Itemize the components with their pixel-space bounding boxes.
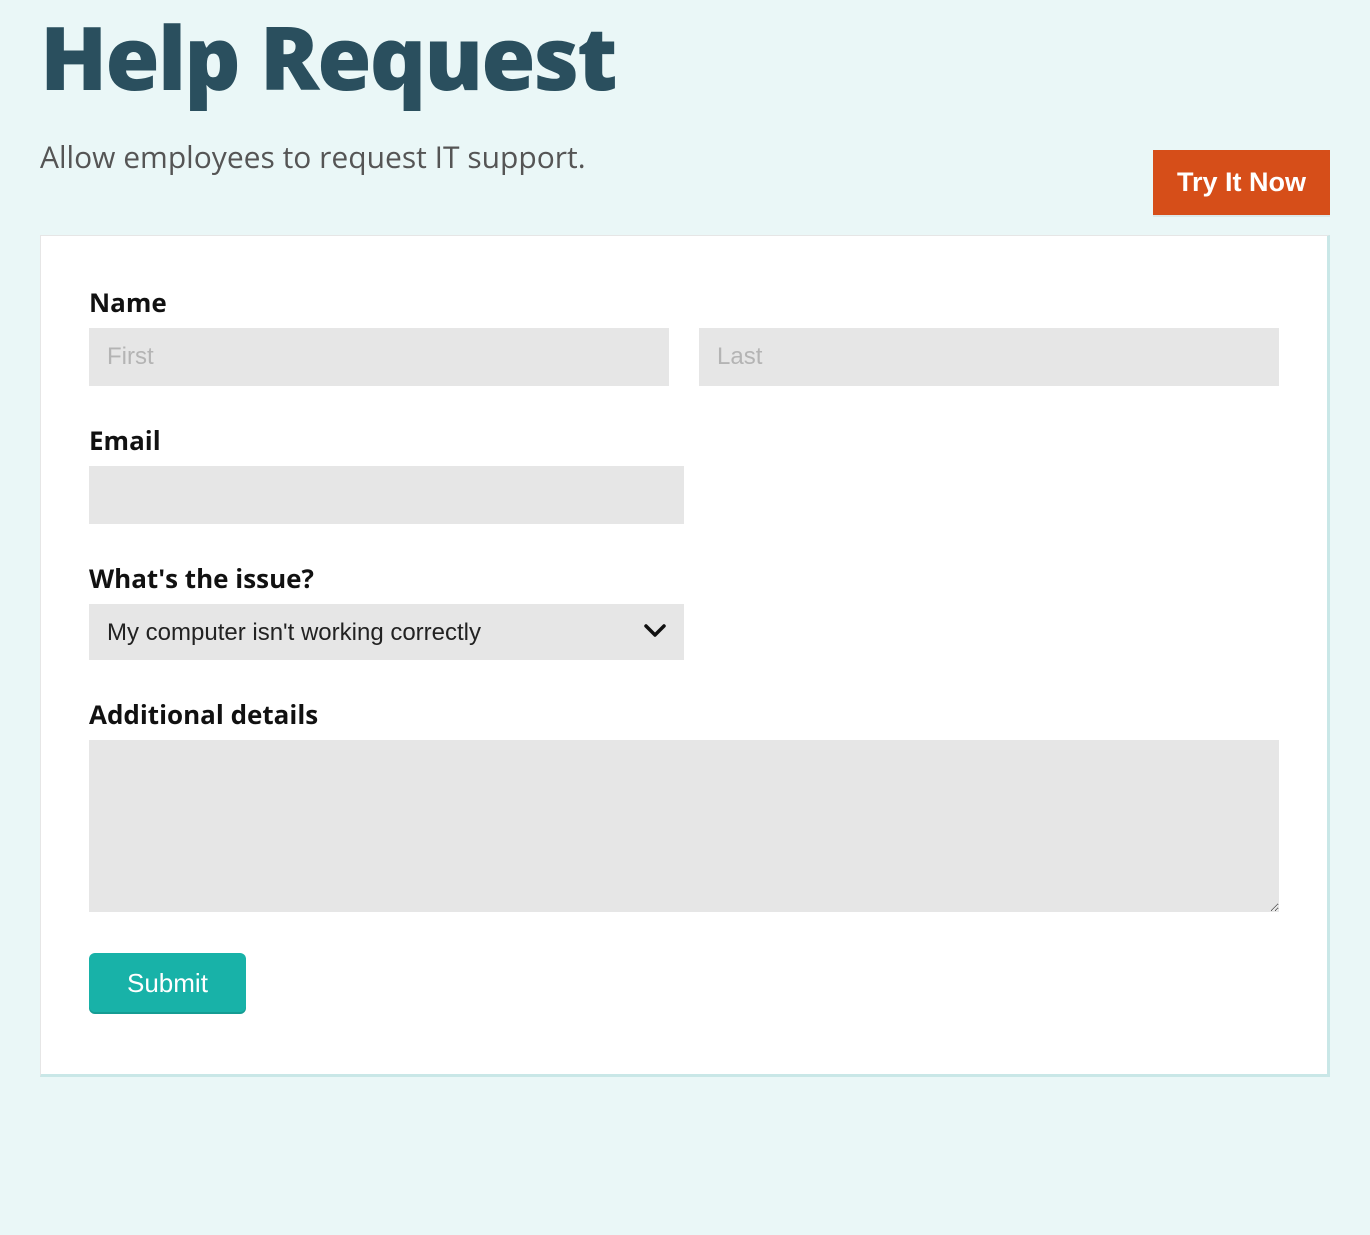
details-field: Additional details [89,696,1279,917]
submit-button[interactable]: Submit [89,953,246,1014]
try-it-now-button[interactable]: Try It Now [1153,150,1330,215]
page-subtitle: Allow employees to request IT support. [40,136,1330,177]
details-textarea[interactable] [89,740,1279,912]
email-input[interactable] [89,466,684,524]
name-label: Name [89,284,1279,320]
email-field: Email [89,422,1279,524]
details-label: Additional details [89,696,1279,732]
first-name-input[interactable] [89,328,669,386]
page-title: Help Request [40,10,1330,102]
last-name-input[interactable] [699,328,1279,386]
name-field: Name [89,284,1279,386]
issue-field: What's the issue? My computer isn't work… [89,560,1279,660]
email-label: Email [89,422,1279,458]
issue-select[interactable]: My computer isn't working correctly [89,604,684,660]
issue-label: What's the issue? [89,560,1279,596]
form-card: Name Email What's the issue? My computer… [40,235,1330,1077]
